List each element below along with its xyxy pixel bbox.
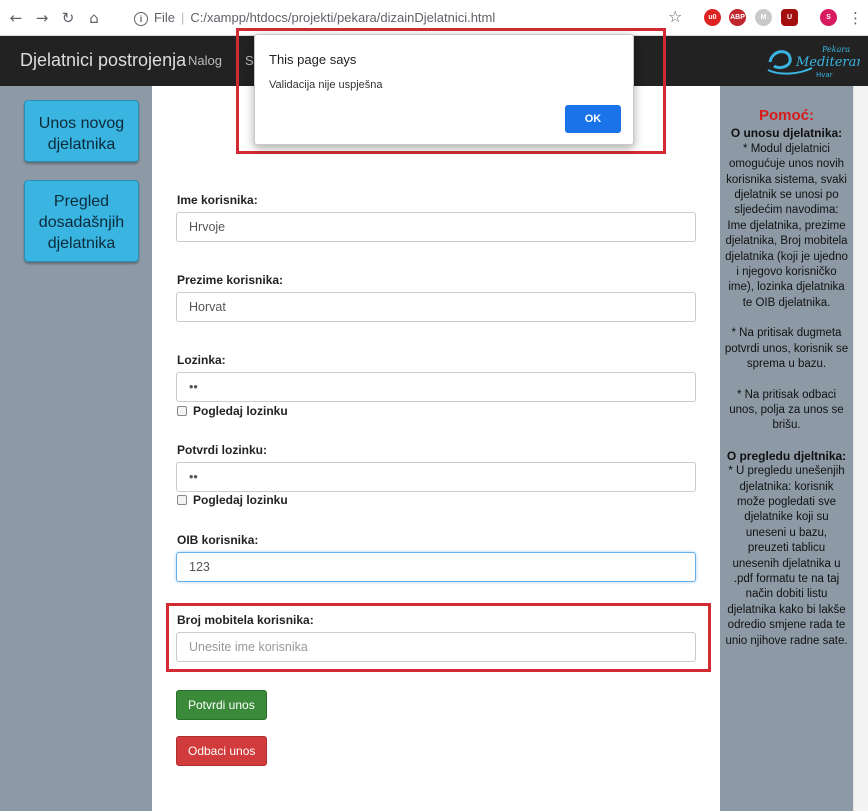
extension-icon-1[interactable]: u0 bbox=[704, 9, 721, 26]
extension-icon-3[interactable]: M bbox=[755, 9, 772, 26]
help-section1-note1: * Na pritisak dugmeta potvrdi unos, kori… bbox=[724, 327, 849, 371]
alert-dialog: This page says Validacija nije uspješna … bbox=[254, 34, 634, 145]
info-icon[interactable]: i bbox=[134, 11, 148, 26]
confirm-password-label: Potvrdi lozinku: bbox=[177, 443, 267, 457]
alert-title: This page says bbox=[269, 52, 357, 67]
last-name-input[interactable] bbox=[176, 292, 696, 322]
password-input[interactable] bbox=[176, 372, 696, 402]
address-bar[interactable]: i File | C:/xampp/htdocs/projekti/pekara/di… bbox=[134, 6, 694, 30]
show-password-checkbox[interactable] bbox=[177, 406, 187, 416]
logo-text-pekara: Pekara bbox=[821, 45, 850, 54]
bakery-logo: Pekara Mediteran Hvar bbox=[767, 45, 860, 79]
oib-input[interactable] bbox=[176, 552, 696, 582]
show-confirm-password-label: Pogledaj lozinku bbox=[193, 493, 288, 507]
help-section2-title: O pregledu djeltnika: bbox=[726, 448, 847, 463]
first-name-label: Ime korisnika: bbox=[177, 193, 258, 207]
oib-label: OIB korisnika: bbox=[177, 533, 259, 547]
help-title: Pomoć: bbox=[758, 107, 814, 124]
ublock-icon[interactable]: U bbox=[781, 9, 798, 26]
page-scrollbar[interactable] bbox=[853, 86, 868, 811]
employee-list-button[interactable]: Pregled dosadašnjih djelatnika bbox=[24, 180, 139, 262]
help-section1-title: O unosu djelatnika: bbox=[730, 126, 843, 141]
show-password-row[interactable]: Pogledaj lozinku bbox=[177, 404, 288, 418]
nav-link-nalog[interactable]: Nalog bbox=[188, 53, 222, 68]
menu-kebab-icon[interactable]: ⋮ bbox=[848, 8, 863, 28]
help-section1-note2: * Na pritisak odbaci unos, polja za unos… bbox=[729, 388, 844, 432]
confirm-entry-button[interactable]: Potvrdi unos bbox=[176, 690, 267, 720]
first-name-input[interactable] bbox=[176, 212, 696, 242]
cancel-entry-button[interactable]: Odbaci unos bbox=[176, 736, 268, 766]
alert-ok-button[interactable]: OK bbox=[565, 105, 621, 133]
password-label: Lozinka: bbox=[177, 353, 226, 367]
mobile-field-highlight bbox=[166, 603, 711, 672]
alert-message: Validacija nije uspješna bbox=[269, 79, 383, 91]
show-confirm-password-row[interactable]: Pogledaj lozinku bbox=[177, 493, 288, 507]
url-text: C:/xampp/htdocs/projekti/pekara/dizainDj… bbox=[190, 10, 496, 25]
help-section2-text: * U pregledu unešenjih djelatnika: koris… bbox=[725, 465, 848, 647]
logo-text-mediteran: Mediteran bbox=[795, 55, 860, 70]
profile-avatar-icon[interactable]: S bbox=[820, 9, 837, 26]
forward-arrow-icon[interactable]: → bbox=[32, 8, 52, 28]
url-scheme-label: File bbox=[154, 10, 175, 25]
confirm-password-input[interactable] bbox=[176, 462, 696, 492]
bookmark-star-icon[interactable]: ☆ bbox=[668, 7, 682, 26]
navbar-brand[interactable]: Djelatnici postrojenja bbox=[20, 50, 186, 71]
show-password-label: Pogledaj lozinku bbox=[193, 404, 288, 418]
back-arrow-icon[interactable]: ← bbox=[6, 8, 26, 28]
show-confirm-password-checkbox[interactable] bbox=[177, 495, 187, 505]
help-section1-text: * Modul djelatnici omogućuje unos novih … bbox=[725, 142, 848, 309]
new-employee-button[interactable]: Unos novog djelatnika bbox=[24, 100, 139, 162]
logo-text-hvar: Hvar bbox=[816, 71, 833, 79]
help-sidebar: Pomoć: O unosu djelatnika: * Modul djela… bbox=[720, 86, 853, 811]
last-name-label: Prezime korisnika: bbox=[177, 273, 284, 287]
reload-icon[interactable]: ↻ bbox=[58, 8, 78, 28]
home-icon[interactable]: ⌂ bbox=[84, 8, 104, 28]
adblock-icon[interactable]: ABP bbox=[729, 9, 746, 26]
left-sidebar: Unos novog djelatnika Pregled dosadašnji… bbox=[0, 86, 152, 811]
